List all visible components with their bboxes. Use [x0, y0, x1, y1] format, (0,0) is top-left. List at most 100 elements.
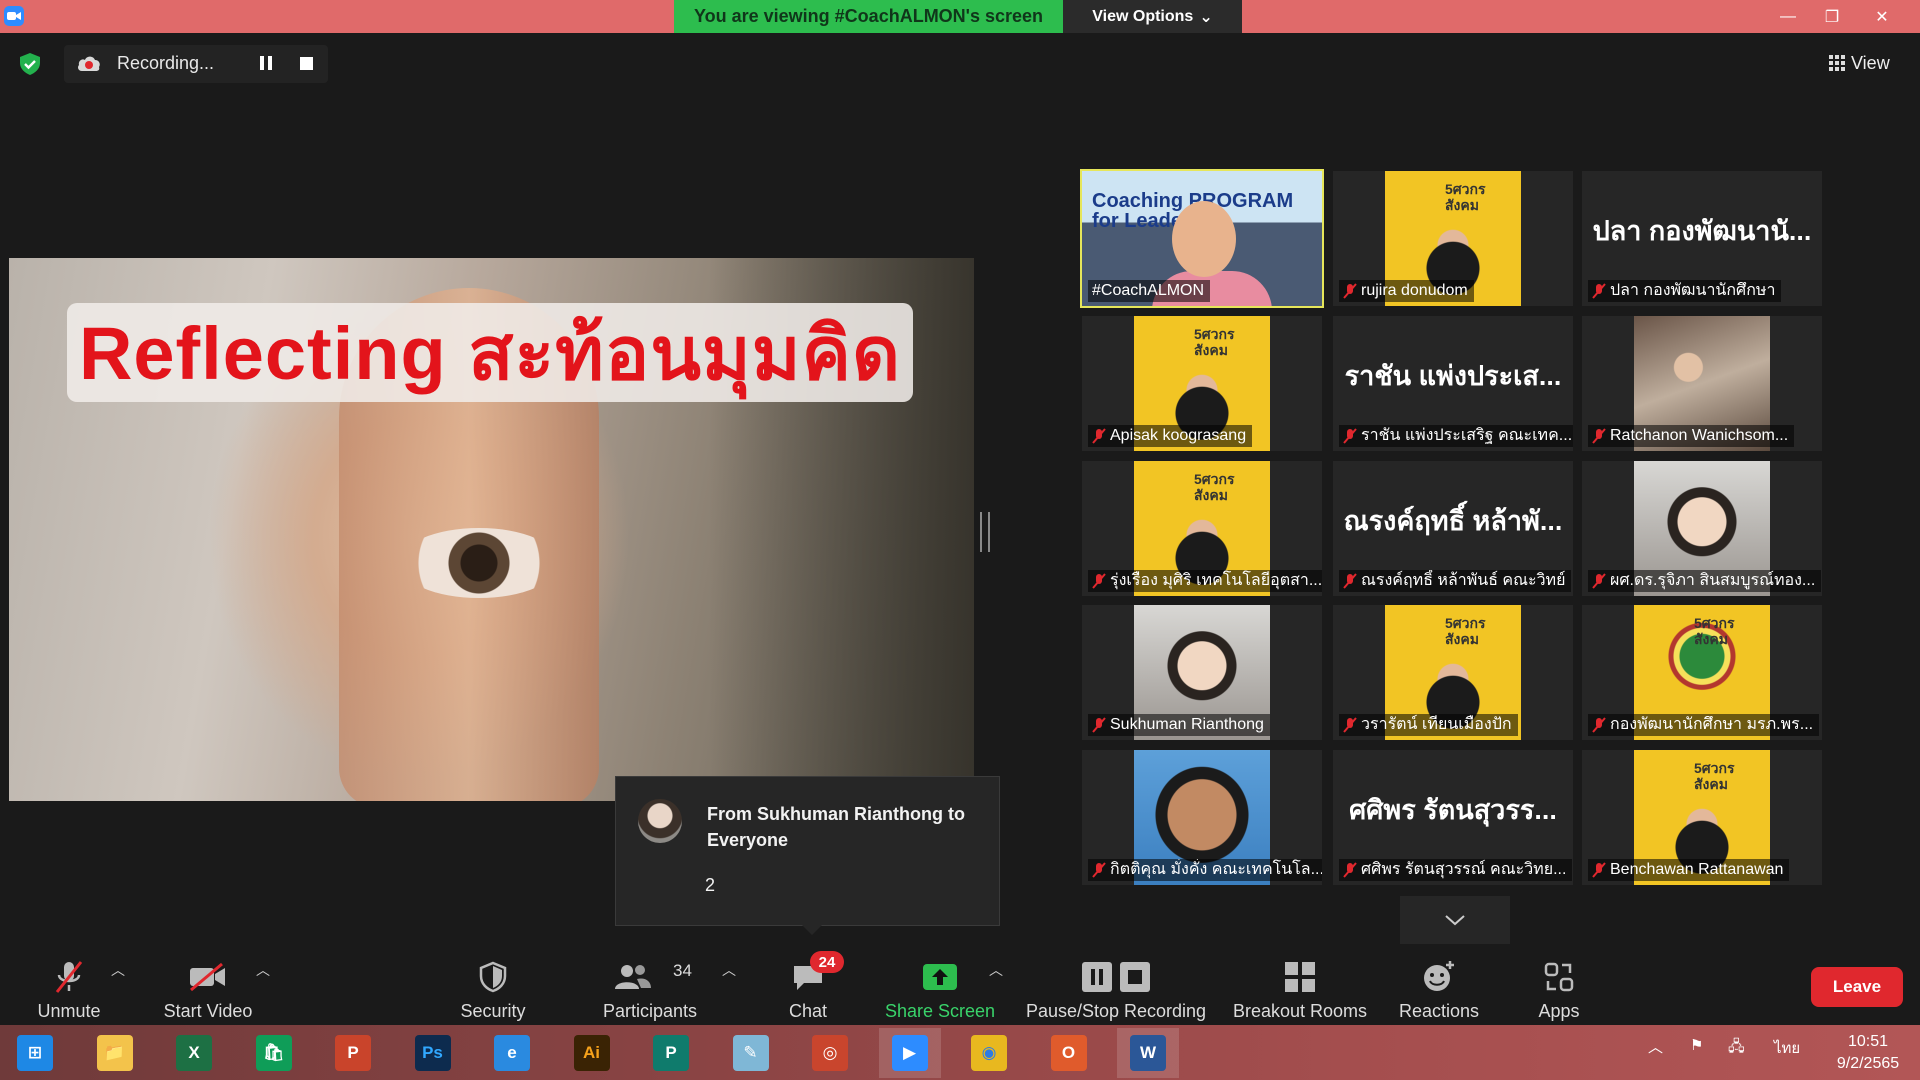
- participant-tile[interactable]: Ratchanon Wanichsom...: [1582, 316, 1822, 451]
- apps-button[interactable]: Apps: [1536, 952, 1582, 1022]
- participant-tile[interactable]: Sukhuman Rianthong: [1082, 605, 1322, 740]
- grid-icon: [1829, 55, 1845, 71]
- taskbar-clock[interactable]: 10:51 9/2/2565: [1820, 1031, 1916, 1075]
- participant-name-label: ณรงค์ฤทธิ์ หล้าพันธ์ คณะวิทย์: [1339, 570, 1572, 592]
- muted-mic-icon: [1592, 573, 1606, 589]
- encryption-shield-icon[interactable]: [18, 52, 42, 76]
- taskbar-photoshop-button[interactable]: Ps: [402, 1028, 464, 1078]
- participant-tile[interactable]: ปลา กองพัฒนานั... ปลา กองพัฒนานักศึกษา: [1582, 171, 1822, 306]
- taskbar-publisher-button[interactable]: P: [640, 1028, 702, 1078]
- view-layout-button[interactable]: View: [1829, 49, 1890, 77]
- illustrator-icon: Ai: [573, 1035, 610, 1071]
- taskbar-store-button[interactable]: 🛍: [243, 1028, 305, 1078]
- close-window-button[interactable]: ✕: [1860, 0, 1904, 33]
- pause-icon: [1082, 962, 1112, 992]
- chat-notification-popup[interactable]: From Sukhuman Rianthong to Everyone 2: [615, 776, 1000, 935]
- share-screen-button[interactable]: Share Screen: [884, 952, 996, 1022]
- restore-button[interactable]: ❐: [1810, 0, 1854, 33]
- taskbar-zoom-button[interactable]: ▶: [878, 1028, 941, 1078]
- security-button[interactable]: Security: [455, 952, 531, 1022]
- excel-icon: X: [176, 1035, 212, 1071]
- input-language[interactable]: ไทย: [1774, 1036, 1800, 1060]
- participants-options-caret[interactable]: ︿: [722, 960, 736, 980]
- participant-name: วรารัตน์ เทียนเมืองปัก: [1361, 716, 1512, 733]
- taskbar-illustrator-button[interactable]: Ai: [561, 1028, 623, 1078]
- taskbar-office-button[interactable]: O: [1038, 1028, 1100, 1078]
- pause-recording-button[interactable]: [258, 56, 274, 72]
- taskbar-chrome-button[interactable]: ◉: [958, 1028, 1020, 1078]
- participant-tile[interactable]: กิตติคุณ มั่งคั่ง คณะเทคโนโล...: [1082, 750, 1322, 885]
- taskbar-excel-button[interactable]: X: [163, 1028, 225, 1078]
- powerpoint-icon: P: [335, 1035, 371, 1071]
- participant-name-label: ผศ.ดร.รุจิภา สินสมบูรณ์ทอง...: [1588, 570, 1822, 592]
- participant-display-name: ศศิพร รัตนสุวรร...: [1349, 795, 1557, 825]
- chat-message: 2: [705, 875, 716, 895]
- participant-name: ศศิพร รัตนสุวรรณ์ คณะวิทย...: [1361, 861, 1567, 878]
- participant-name-label: #CoachALMON: [1088, 280, 1211, 302]
- participant-tile[interactable]: rujira donudom: [1333, 171, 1573, 306]
- participant-name-label: rujira donudom: [1339, 280, 1474, 302]
- pause-stop-recording-button[interactable]: Pause/Stop Recording: [1024, 952, 1208, 1022]
- participant-tile[interactable]: ศศิพร รัตนสุวรร... ศศิพร รัตนสุวรรณ์ คณะว…: [1333, 750, 1573, 885]
- participant-display-name: ราชัน แพ่งประเส...: [1344, 361, 1562, 391]
- muted-mic-icon: [1592, 717, 1606, 733]
- breakout-rooms-button[interactable]: Breakout Rooms: [1230, 952, 1370, 1022]
- unmute-button[interactable]: Unmute: [28, 952, 110, 1022]
- microphone-muted-icon: [55, 961, 83, 993]
- participant-name-label: กองพัฒนานักศึกษา มรภ.พร...: [1588, 714, 1820, 736]
- taskbar-internet-explorer-button[interactable]: e: [481, 1028, 543, 1078]
- viewing-screen-banner: You are viewing #CoachALMON's screen: [674, 0, 1063, 33]
- participant-tile[interactable]: วรารัตน์ เทียนเมืองปัก: [1333, 605, 1573, 740]
- video-options-caret[interactable]: ︿: [256, 960, 270, 980]
- participant-tile[interactable]: กองพัฒนานักศึกษา มรภ.พร...: [1582, 605, 1822, 740]
- office-icon: O: [1050, 1035, 1087, 1071]
- network-flag-icon[interactable]: ⚑: [1690, 1036, 1703, 1054]
- taskbar-photoscape-button[interactable]: ◎: [799, 1028, 861, 1078]
- participant-name: Sukhuman Rianthong: [1110, 716, 1264, 733]
- zoom-app-icon: [4, 6, 24, 26]
- reactions-label: Reactions: [1398, 1001, 1480, 1021]
- participant-name-label: Apisak koograsang: [1088, 425, 1253, 447]
- minimize-button[interactable]: —: [1766, 0, 1810, 33]
- avatar: [638, 799, 682, 843]
- view-options-button[interactable]: View Options ⌄: [1063, 0, 1242, 33]
- apps-label: Apps: [1538, 1001, 1580, 1021]
- participant-tile[interactable]: ณรงค์ฤทธิ์ หล้าพั... ณรงค์ฤทธิ์ หล้าพันธ์…: [1333, 461, 1573, 596]
- participant-name: Benchawan Rattanawan: [1610, 861, 1784, 878]
- view-label: View: [1851, 52, 1890, 73]
- participant-name-label: Sukhuman Rianthong: [1088, 714, 1270, 736]
- network-icon[interactable]: 🖧: [1728, 1036, 1745, 1061]
- breakout-rooms-icon: [1285, 962, 1315, 992]
- taskbar-windows-start-button[interactable]: ⊞: [4, 1028, 66, 1078]
- participant-tile[interactable]: ผศ.ดร.รุจิภา สินสมบูรณ์ทอง...: [1582, 461, 1822, 596]
- taskbar-powerpoint-button[interactable]: P: [322, 1028, 384, 1078]
- participant-tile[interactable]: รุ่งเรือง มุศิริ เทคโนโลยีอุตสา...: [1082, 461, 1322, 596]
- reactions-button[interactable]: Reactions: [1394, 952, 1484, 1022]
- participant-name: รุ่งเรือง มุศิริ เทคโนโลยีอุตสา...: [1110, 572, 1322, 589]
- gallery-next-page-button[interactable]: [1400, 896, 1510, 944]
- notepad-icon: ✎: [732, 1035, 769, 1071]
- participant-tile[interactable]: Apisak koograsang: [1082, 316, 1322, 451]
- share-options-caret[interactable]: ︿: [989, 960, 1003, 980]
- chevron-down-icon: ⌄: [1199, 8, 1213, 26]
- chat-sender: From Sukhuman Rianthong to Everyone: [707, 804, 965, 850]
- participant-name: ราชัน แพ่งประเสริฐ คณะเทค...: [1361, 427, 1573, 444]
- audio-options-caret[interactable]: ︿: [111, 960, 125, 980]
- stop-recording-button[interactable]: [300, 57, 313, 70]
- participant-display-name: ณรงค์ฤทธิ์ หล้าพั...: [1343, 506, 1563, 536]
- start-video-button[interactable]: Start Video: [160, 952, 256, 1022]
- participant-tile[interactable]: Benchawan Rattanawan: [1582, 750, 1822, 885]
- tray-overflow-icon[interactable]: ︿: [1648, 1036, 1663, 1057]
- participants-label: Participants: [602, 1001, 698, 1021]
- taskbar-file-explorer-button[interactable]: 📁: [84, 1028, 146, 1078]
- leave-meeting-button[interactable]: Leave: [1811, 967, 1903, 1007]
- participant-tile[interactable]: Coaching PROGRAM for Leader #CoachALMON: [1080, 169, 1324, 308]
- stop-icon: [1120, 962, 1150, 992]
- muted-mic-icon: [1592, 428, 1606, 444]
- participant-name: rujira donudom: [1361, 282, 1468, 299]
- taskbar-word-button[interactable]: W: [1117, 1028, 1179, 1078]
- participant-tile[interactable]: ราชัน แพ่งประเส... ราชัน แพ่งประเสริฐ คณะ…: [1333, 316, 1573, 451]
- participant-name-label: Ratchanon Wanichsom...: [1588, 425, 1795, 447]
- split-resize-handle[interactable]: [980, 512, 990, 552]
- taskbar-notepad-button[interactable]: ✎: [720, 1028, 782, 1078]
